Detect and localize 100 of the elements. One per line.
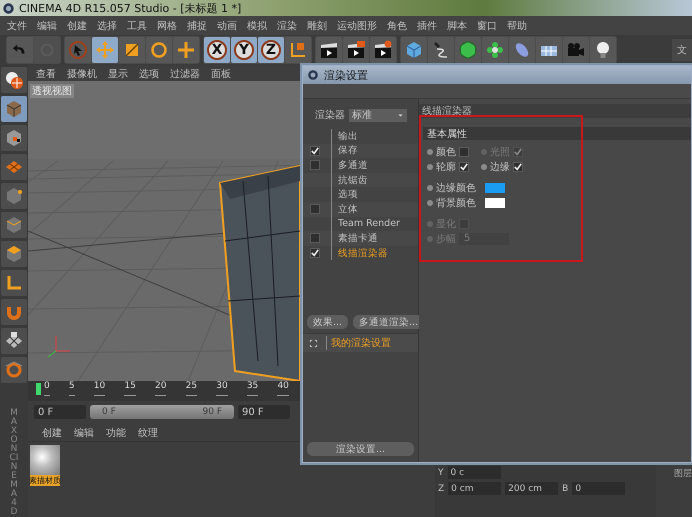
menu-item[interactable]: 网格 — [152, 18, 182, 32]
menu-item[interactable]: 脚本 — [442, 18, 472, 32]
tick-label: 40 — [277, 381, 289, 396]
render-view-button[interactable] — [316, 37, 342, 63]
axis-lock-button[interactable]: Y — [231, 37, 257, 63]
keyframe-dot-icon[interactable] — [427, 184, 433, 190]
app-logo-icon — [307, 69, 319, 81]
menu-item[interactable]: 工具 — [122, 18, 152, 32]
menu-item[interactable]: 编辑 — [32, 18, 62, 32]
logo-product: CINEMA 4D — [10, 454, 18, 517]
range-end-label: 90 F — [202, 407, 222, 417]
menu-item[interactable]: 选择 — [92, 18, 122, 32]
axis-gizmo-icon — [48, 336, 70, 358]
mode-button[interactable] — [1, 270, 27, 296]
checkbox[interactable] — [310, 160, 320, 170]
textured-cube-icon — [4, 128, 24, 148]
move-icon — [95, 40, 115, 60]
pen-button[interactable] — [428, 37, 454, 63]
axis-label: Z — [438, 484, 444, 494]
axis-label: B — [562, 484, 568, 494]
plus-icon — [176, 40, 196, 60]
checkbox[interactable] — [459, 146, 469, 156]
menu-item[interactable]: 渲染 — [272, 18, 302, 32]
tick-label: 15 — [124, 381, 136, 396]
tool-button[interactable] — [146, 37, 172, 63]
mode-button[interactable] — [1, 96, 27, 122]
panel-header: 线描渲染器 — [419, 104, 691, 118]
menu-item[interactable]: 摄像机 — [67, 67, 97, 81]
menu-item[interactable]: 文件 — [2, 18, 32, 32]
rotation-field[interactable]: 0 — [572, 482, 626, 495]
color-swatch[interactable] — [485, 182, 505, 192]
panel-tab[interactable]: 文 — [672, 39, 692, 61]
menu-item[interactable]: 窗口 — [472, 18, 502, 32]
cube-icon — [4, 99, 24, 119]
tick-label: 5 — [68, 381, 75, 396]
tree-item[interactable]: 线描渲染器 — [331, 246, 388, 260]
tool-button[interactable] — [65, 37, 91, 63]
tick-label: 25 — [186, 381, 198, 396]
checkbox[interactable] — [310, 248, 320, 258]
floor-button[interactable] — [536, 37, 562, 63]
checkbox[interactable] — [310, 233, 320, 244]
dialog-button[interactable]: 效果... — [307, 315, 348, 329]
flower-button[interactable] — [482, 37, 508, 63]
render-settings-button[interactable] — [370, 37, 396, 63]
expand-icon — [309, 338, 318, 348]
keyframe-dot-icon[interactable] — [427, 164, 433, 170]
render-settings-button[interactable]: 渲染设置... — [307, 442, 414, 456]
menu-item[interactable]: 编辑 — [74, 426, 94, 440]
position-field[interactable]: 0 cm — [448, 482, 502, 495]
menu-item[interactable]: 选项 — [139, 67, 159, 81]
keyframe-dot-icon[interactable] — [481, 164, 487, 170]
tool-button[interactable] — [173, 37, 199, 63]
menu-item[interactable]: 过滤器 — [170, 67, 200, 81]
axis-lock-button[interactable]: Z — [258, 37, 284, 63]
checkbox[interactable] — [310, 204, 320, 214]
mode-button[interactable] — [1, 67, 27, 93]
mode-button[interactable] — [1, 328, 27, 354]
clapperboard-icon — [319, 40, 339, 60]
option-label: 颜色 — [436, 146, 456, 158]
menu-item[interactable]: 捕捉 — [182, 18, 212, 32]
checkbox[interactable] — [310, 146, 320, 156]
tool-button[interactable] — [119, 37, 145, 63]
renderer-dropdown[interactable]: 标准 — [349, 108, 407, 122]
render-button[interactable] — [343, 37, 369, 63]
menu-item[interactable]: 创建 — [42, 426, 62, 440]
frame-range-bar[interactable]: 0 F 90 F — [90, 405, 234, 419]
keyframe-dot-icon[interactable] — [427, 148, 433, 154]
dialog-title: 渲染设置 — [324, 68, 368, 82]
light-bulb-button[interactable] — [590, 37, 616, 63]
menu-item[interactable]: 纹理 — [138, 426, 158, 440]
renderer-label: 渲染器 — [315, 108, 345, 122]
menu-item[interactable]: 插件 — [412, 18, 442, 32]
menu-item[interactable]: 角色 — [382, 18, 412, 32]
menu-item[interactable]: 动画 — [212, 18, 242, 32]
menu-item[interactable]: 雕刻 — [302, 18, 332, 32]
axes-box-icon — [288, 40, 308, 60]
menu-item[interactable]: 帮助 — [502, 18, 532, 32]
end-frame-field[interactable]: 90 F — [238, 405, 290, 419]
axis-lock-button[interactable]: X — [204, 37, 230, 63]
menu-item[interactable]: 模拟 — [242, 18, 272, 32]
viewport-label: 透视视图 — [30, 84, 74, 98]
checkbox[interactable] — [513, 162, 523, 172]
coordinate-system-button[interactable] — [285, 37, 311, 63]
position-field[interactable]: 0 c — [448, 466, 500, 479]
option-label: 边缘颜色 — [436, 182, 476, 194]
tick-label: 35 — [246, 381, 258, 396]
tick-label: 30 — [216, 381, 228, 396]
menu-item[interactable]: 查看 — [36, 67, 56, 81]
mode-button[interactable] — [1, 241, 27, 267]
size-field[interactable]: 200 cm — [505, 482, 558, 495]
menu-item[interactable]: 显示 — [108, 67, 128, 81]
keyframe-dot-icon[interactable] — [427, 200, 433, 206]
menu-item[interactable]: 创建 — [62, 18, 92, 32]
color-swatch[interactable] — [485, 198, 505, 208]
menu-item[interactable]: 面板 — [211, 67, 231, 81]
menu-item[interactable]: 功能 — [106, 426, 126, 440]
option-label: 边缘 — [490, 160, 510, 174]
checkbox[interactable] — [459, 162, 469, 172]
menu-item[interactable]: 运动图形 — [332, 18, 382, 32]
start-frame-field[interactable]: 0 F — [34, 405, 86, 419]
